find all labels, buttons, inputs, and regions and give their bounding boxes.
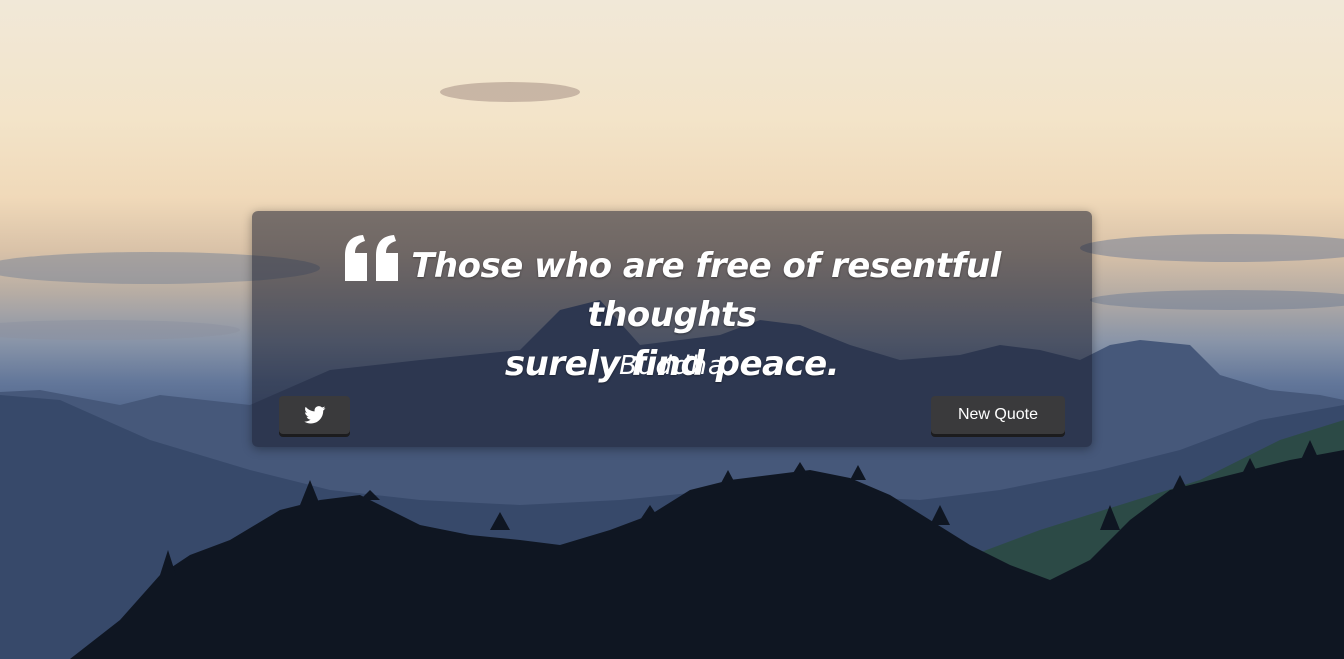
cloud (1090, 290, 1344, 310)
tweet-button[interactable] (279, 396, 350, 434)
new-quote-button[interactable]: New Quote (931, 396, 1065, 434)
quote-card: Those who are free of resentful thoughts… (252, 211, 1092, 447)
twitter-icon (303, 406, 325, 424)
cloud (1080, 234, 1344, 262)
left-double-quote-icon (345, 235, 399, 281)
quote-line-1: Those who are free of resentful thoughts (411, 246, 1001, 335)
quote-author: Buddha (619, 351, 725, 381)
cloud (440, 82, 580, 102)
cloud (0, 320, 240, 340)
